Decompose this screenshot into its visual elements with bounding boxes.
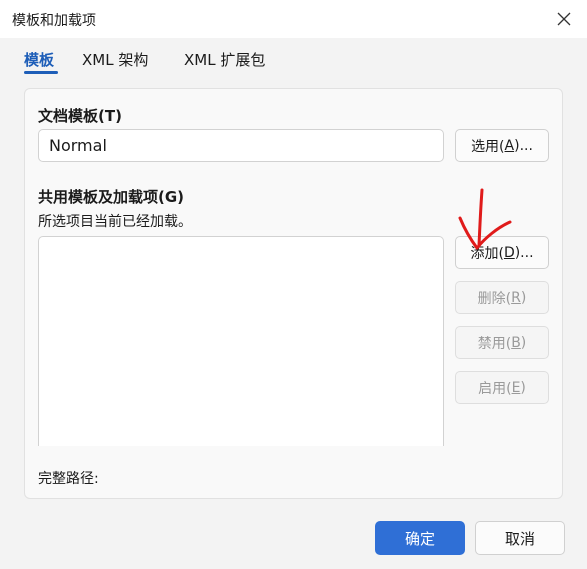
cancel-button[interactable]: 取消 [475,521,565,555]
choose-template-button[interactable]: 选用(A)... [455,129,549,162]
close-icon [557,12,571,26]
disable-addin-button[interactable]: 禁用(B) [455,326,549,359]
ok-button[interactable]: 确定 [375,521,465,555]
tab-bar: 模板 XML 架构 XML 扩展包 [0,38,587,84]
remove-addin-button[interactable]: 删除(R) [455,281,549,314]
window-title: 模板和加载项 [12,13,96,29]
tab-xml-schema[interactable]: XML 架构 [82,49,148,70]
document-template-input[interactable] [38,129,444,162]
close-button[interactable] [549,4,579,34]
red-arrow-annotation [458,188,512,250]
full-path-label: 完整路径: [38,471,99,487]
title-bar: 模板和加载项 [0,0,587,38]
addins-listbox[interactable] [38,236,444,446]
enable-addin-button[interactable]: 启用(E) [455,371,549,404]
active-tab-indicator [24,71,58,74]
tab-xml-expansion-packs[interactable]: XML 扩展包 [184,49,265,70]
document-template-heading: 文档模板(T) [38,107,122,125]
tab-templates[interactable]: 模板 [24,49,54,70]
global-templates-heading: 共用模板及加载项(G) [38,188,185,206]
loaded-items-note: 所选项目当前已经加载。 [38,214,192,230]
